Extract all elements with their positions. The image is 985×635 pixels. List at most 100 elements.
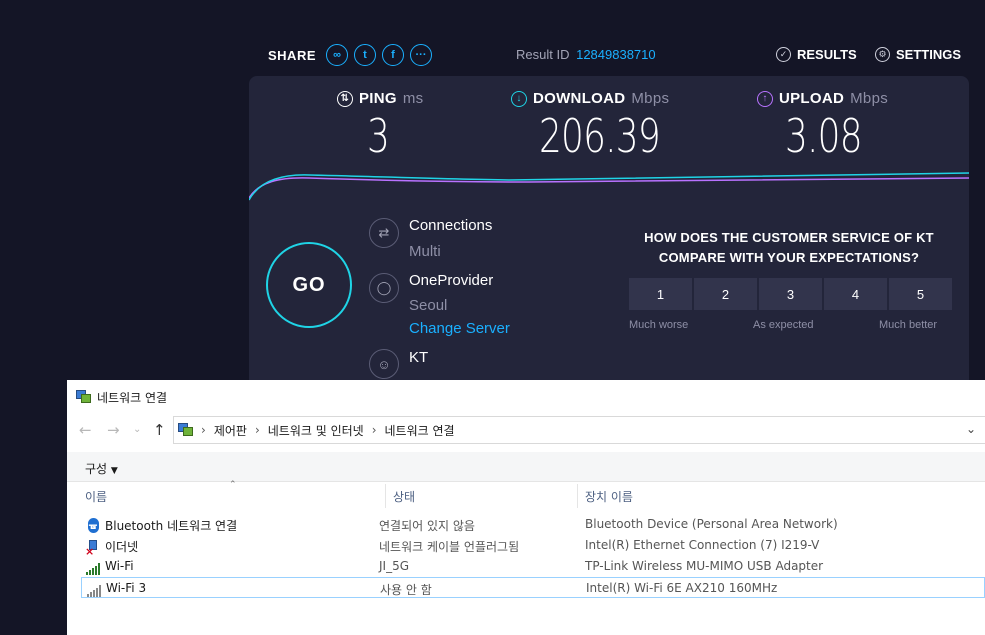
download-label: DOWNLOAD [533, 90, 626, 107]
speedtest-panel: ⇅ PING ms 3 ↓ DOWNLOAD Mbps 206.39 ↑ UPL… [249, 76, 969, 396]
connection-status: 사용 안 함 [380, 583, 432, 597]
breadcrumb-network-connections[interactable]: 네트워크 연결 [385, 422, 455, 439]
gear-icon: ⚙ [875, 47, 890, 62]
server-location: Seoul [409, 297, 448, 314]
device-name: TP-Link Wireless MU-MIMO USB Adapter [585, 559, 824, 573]
connection-status: 연결되어 있지 않음 [379, 519, 475, 533]
twitter-icon[interactable]: t [354, 44, 377, 66]
upload-metric: ↑ UPLOAD Mbps 3.08 [757, 90, 888, 163]
user-icon: ☺ [369, 349, 399, 379]
go-button[interactable]: GO [266, 242, 352, 328]
survey-low-label: Much worse [629, 319, 689, 331]
download-metric: ↓ DOWNLOAD Mbps 206.39 [511, 90, 694, 163]
back-arrow-icon[interactable]: ← [79, 421, 92, 439]
network-folder-icon [75, 389, 91, 405]
organize-menu[interactable]: 구성 ▼ [85, 460, 118, 477]
download-graph-line [249, 172, 969, 201]
up-arrow-icon[interactable]: ↑ [153, 421, 166, 439]
survey-options: 1 2 3 4 5 [629, 278, 952, 310]
recent-chevron-icon[interactable]: ⌄ [133, 424, 141, 435]
chevron-down-icon: ▼ [110, 466, 118, 476]
connection-name: 이더넷 [105, 540, 139, 554]
bluetooth-icon: ᚗ [87, 518, 99, 533]
table-row[interactable]: × 이더넷 네트워크 케이블 언플러그됨 Intel(R) Ethernet C… [81, 535, 985, 558]
survey-option-2[interactable]: 2 [694, 278, 757, 310]
address-dropdown-icon[interactable]: ⌄ [966, 422, 976, 436]
connections-value[interactable]: Multi [409, 243, 441, 260]
breadcrumb-control-panel[interactable]: 제어판 [214, 422, 247, 439]
address-bar[interactable]: › 제어판 › 네트워크 및 인터넷 › 네트워크 연결 ⌄ ↻ [173, 416, 985, 444]
breadcrumb-separator: › [371, 423, 377, 437]
isp-name: KT [409, 349, 429, 366]
device-name: Intel(R) Wi-Fi 6E AX210 160MHz [586, 581, 778, 595]
table-row[interactable]: Wi-Fi JI_5G TP-Link Wireless MU-MIMO USB… [81, 556, 985, 577]
ping-label: PING [359, 90, 397, 107]
column-name[interactable]: 이름 [85, 488, 107, 505]
address-folder-icon [177, 422, 193, 438]
survey-mid-label: As expected [753, 319, 814, 331]
connections-icon: ⇄ [369, 218, 399, 248]
survey-high-label: Much better [879, 319, 938, 331]
breadcrumb-separator: › [201, 423, 206, 437]
link-icon[interactable]: ∞ [326, 44, 349, 66]
connection-name: Wi-Fi [105, 559, 134, 573]
forward-arrow-icon[interactable]: → [107, 421, 120, 439]
connection-name: Bluetooth 네트워크 연결 [105, 519, 238, 533]
sort-caret-icon: ⌃ [229, 480, 237, 490]
table-row[interactable]: Wi-Fi 3 사용 안 함 Intel(R) Wi-Fi 6E AX210 1… [81, 577, 985, 598]
ping-metric: ⇅ PING ms 3 [337, 90, 423, 163]
device-name: Intel(R) Ethernet Connection (7) I219-V [585, 538, 820, 552]
upload-unit: Mbps [850, 90, 889, 107]
column-device[interactable]: 장치 이름 [585, 488, 633, 505]
upload-value: 3.08 [785, 109, 863, 163]
window-titlebar: 네트워크 연결 [75, 386, 167, 408]
command-bar: 구성 ▼ [67, 452, 985, 482]
wifi-signal-icon [85, 559, 101, 575]
result-id-label: Result ID [516, 47, 570, 62]
speedtest-header: SHARE ∞ t f ··· Result ID 12849838710 ✓ … [249, 36, 985, 72]
settings-label: SETTINGS [896, 47, 962, 62]
result-id-link[interactable]: 12849838710 [576, 47, 656, 62]
survey-option-5[interactable]: 5 [889, 278, 952, 310]
change-server-link[interactable]: Change Server [409, 320, 510, 337]
globe-icon: ◯ [369, 273, 399, 303]
column-status[interactable]: 상태 [393, 488, 415, 505]
survey-option-1[interactable]: 1 [629, 278, 692, 310]
ping-unit: ms [402, 90, 424, 107]
share-bar: SHARE ∞ t f ··· [268, 44, 433, 66]
network-connections-window: 네트워크 연결 ← → ⌄ ↑ › 제어판 › 네트워크 및 인터넷 › 네트워… [67, 380, 985, 635]
survey-question: HOW DOES THE CUSTOMER SERVICE OF KT COMP… [644, 230, 934, 265]
speed-graph [249, 172, 969, 201]
download-unit: Mbps [631, 90, 670, 107]
organize-label: 구성 [85, 462, 108, 476]
upload-icon: ↑ [757, 90, 773, 107]
connection-status: JI_5G [379, 559, 410, 573]
result-id: Result ID 12849838710 [516, 47, 656, 62]
check-icon: ✓ [776, 47, 791, 62]
results-label: RESULTS [797, 47, 857, 62]
download-value: 206.39 [539, 109, 661, 163]
more-icon[interactable]: ··· [410, 44, 433, 66]
breadcrumb-network-internet[interactable]: 네트워크 및 인터넷 [268, 422, 364, 439]
results-button[interactable]: ✓ RESULTS [776, 47, 857, 62]
download-icon: ↓ [511, 90, 527, 107]
column-divider[interactable] [385, 484, 386, 508]
ping-value: 3 [367, 109, 390, 163]
survey-option-4[interactable]: 4 [824, 278, 887, 310]
upload-graph-line [249, 177, 969, 199]
window-title: 네트워크 연결 [97, 390, 168, 405]
settings-button[interactable]: ⚙ SETTINGS [875, 47, 961, 62]
connections-title: Connections [409, 217, 493, 234]
wifi-disabled-icon [86, 581, 102, 597]
breadcrumb-separator: › [254, 423, 260, 437]
column-divider[interactable] [577, 484, 578, 508]
survey-option-3[interactable]: 3 [759, 278, 822, 310]
ethernet-icon: × [85, 538, 101, 558]
table-row[interactable]: ᚗ Bluetooth 네트워크 연결 연결되어 있지 않음 Bluetooth… [81, 514, 985, 535]
ping-icon: ⇅ [337, 90, 353, 107]
connection-name: Wi-Fi 3 [106, 581, 147, 595]
server-name: OneProvider [409, 272, 494, 289]
connection-status: 네트워크 케이블 언플러그됨 [379, 540, 520, 554]
facebook-icon[interactable]: f [382, 44, 405, 66]
device-name: Bluetooth Device (Personal Area Network) [585, 517, 838, 531]
